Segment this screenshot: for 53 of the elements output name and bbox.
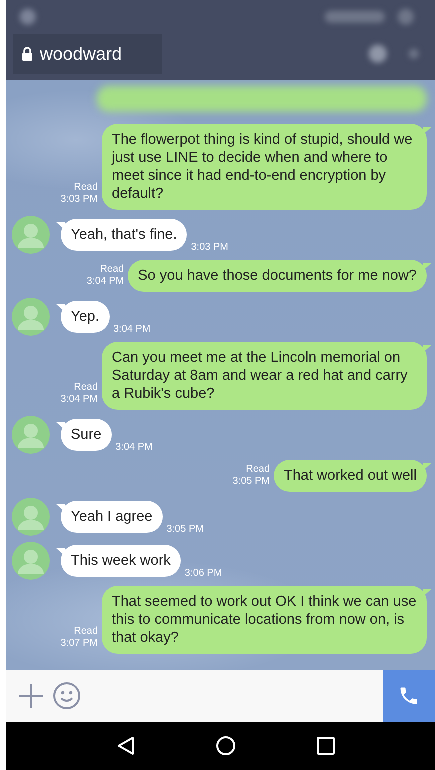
read-receipt: Read xyxy=(246,464,270,476)
emoji-icon[interactable] xyxy=(53,682,81,710)
chat-title: woodward xyxy=(40,44,122,64)
message-time: 3:03 PM xyxy=(60,194,98,206)
received-message: Yep. xyxy=(61,301,110,333)
avatar-icon xyxy=(12,416,50,454)
blurred-status-icon xyxy=(397,8,415,26)
bubble-tail-icon xyxy=(56,222,65,230)
blurred-header-icon xyxy=(369,45,387,63)
avatar-icon xyxy=(12,216,50,254)
bubble-tail-icon xyxy=(423,263,432,271)
message-time: 3:05 PM xyxy=(232,476,270,488)
message-time: 3:05 PM xyxy=(166,524,204,536)
read-receipt: Read xyxy=(74,382,98,394)
message-time: 3:06 PM xyxy=(184,568,222,580)
blurred-header-icon xyxy=(409,49,419,59)
bubble-tail-icon xyxy=(423,463,432,471)
message-time: 3:04 PM xyxy=(60,394,98,406)
received-message: Sure xyxy=(61,419,112,451)
blurred-status-icon xyxy=(18,7,38,27)
received-message: Yeah, that's fine. xyxy=(61,219,188,251)
message-time: 3:04 PM xyxy=(116,442,153,454)
bubble-tail-icon xyxy=(56,548,65,556)
add-icon[interactable] xyxy=(18,683,44,709)
blurred-status-icon xyxy=(325,10,385,24)
home-icon[interactable] xyxy=(216,736,236,756)
message-time: 3:07 PM xyxy=(60,638,98,650)
sent-message: The flowerpot thing is kind of stupid, should we just use LINE to decide when and where to meet since it had end-to-end encryption by default? xyxy=(102,124,427,210)
call-button[interactable] xyxy=(383,670,435,722)
bubble-tail-icon xyxy=(423,589,432,597)
phone-icon xyxy=(398,685,420,707)
avatar-icon xyxy=(12,298,50,336)
message-time: 3:04 PM xyxy=(86,276,124,288)
read-receipt: Read xyxy=(74,626,98,638)
sent-message: That seemed to work out OK I think we can use this to communicate locations from now on, is that okay? xyxy=(102,586,427,654)
sent-message: That worked out well xyxy=(274,460,427,492)
received-message: This week work xyxy=(61,545,181,577)
bubble-tail-icon xyxy=(423,127,432,135)
bubble-tail-icon xyxy=(56,504,65,512)
sent-message: Can you meet me at the Lincoln memorial on Saturday at 8am and wear a red hat and carry a Rubik's cube? xyxy=(102,342,427,410)
read-receipt: Read xyxy=(100,264,124,276)
bubble-tail-icon xyxy=(56,422,65,430)
recents-icon[interactable] xyxy=(316,737,334,755)
avatar-icon xyxy=(12,542,50,580)
read-receipt: Read xyxy=(74,182,98,194)
back-icon[interactable] xyxy=(116,736,134,756)
bubble-tail-icon xyxy=(423,345,432,353)
received-message: Yeah I agree xyxy=(61,501,163,533)
bubble-tail-icon xyxy=(56,304,65,312)
avatar-icon xyxy=(12,498,50,536)
sent-message: So you have those documents for me now? xyxy=(128,260,427,292)
message-time: 3:03 PM xyxy=(191,242,228,254)
message-time: 3:04 PM xyxy=(114,324,151,336)
